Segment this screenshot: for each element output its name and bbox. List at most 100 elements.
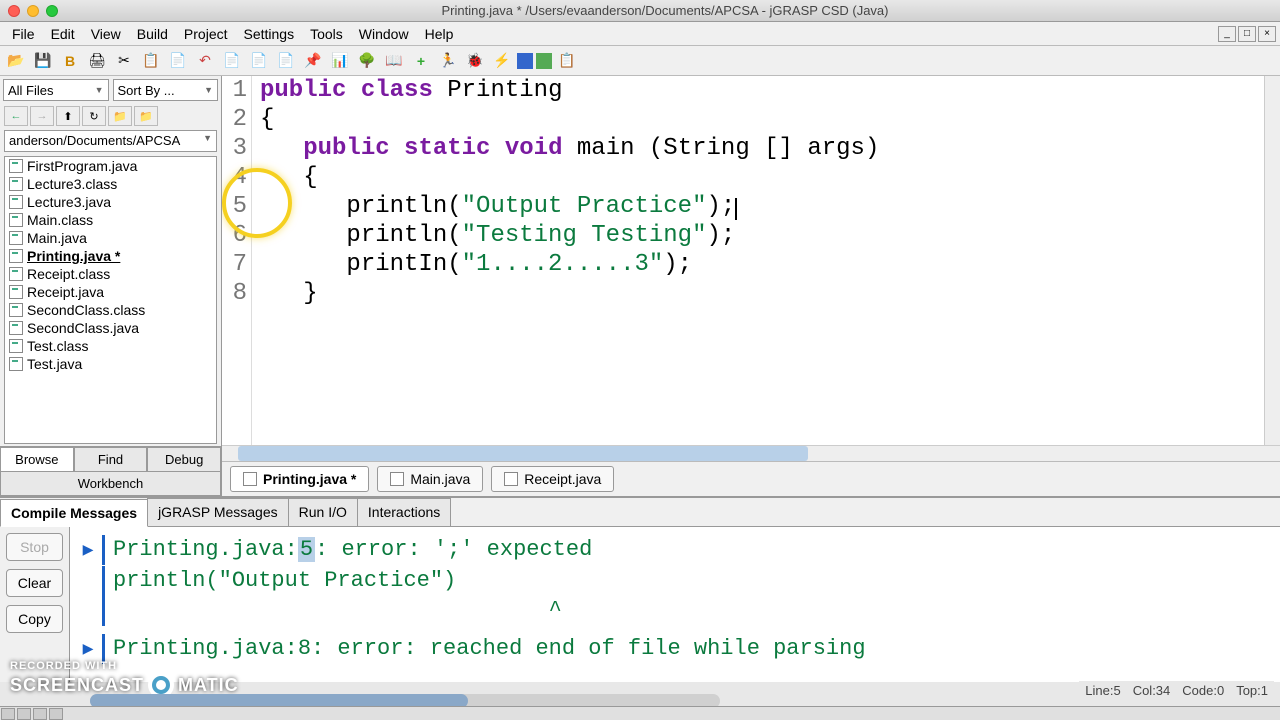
- editor-tab[interactable]: Receipt.java: [491, 466, 614, 492]
- tree-icon[interactable]: 🌳: [355, 49, 379, 73]
- up-icon[interactable]: ⬆: [56, 106, 80, 126]
- open-icon[interactable]: 📂: [4, 49, 28, 73]
- taskbar-item[interactable]: [49, 708, 63, 720]
- close-button[interactable]: ×: [1258, 26, 1276, 42]
- doc2-icon[interactable]: 📄: [247, 49, 271, 73]
- path-combo[interactable]: anderson/Documents/APCSA: [4, 130, 217, 152]
- menubar: File Edit View Build Project Settings To…: [0, 22, 1280, 46]
- file-item[interactable]: Receipt.class: [5, 265, 216, 283]
- tab-interactions[interactable]: Interactions: [357, 498, 451, 526]
- console-output[interactable]: ▶Printing.java:5: error: ';' expected pr…: [70, 527, 1280, 682]
- cut-icon[interactable]: ✂: [112, 49, 136, 73]
- file-icon: [9, 249, 23, 263]
- code-editor[interactable]: 12345678 public class Printing{ public s…: [222, 76, 1280, 445]
- doc3-icon[interactable]: 📄: [274, 49, 298, 73]
- stop-icon[interactable]: ⚡: [490, 49, 514, 73]
- tab-debug[interactable]: Debug: [147, 447, 221, 472]
- status-code: Code:0: [1182, 683, 1224, 698]
- file-item-active[interactable]: Printing.java *: [5, 247, 216, 265]
- menu-view[interactable]: View: [83, 23, 129, 45]
- clear-button[interactable]: Clear: [6, 569, 63, 597]
- tab-find[interactable]: Find: [74, 447, 148, 472]
- forward-icon[interactable]: →: [30, 106, 54, 126]
- compile-icon[interactable]: +: [409, 49, 433, 73]
- menu-settings[interactable]: Settings: [236, 23, 303, 45]
- bold-icon[interactable]: B: [58, 49, 82, 73]
- file-item[interactable]: Lecture3.java: [5, 193, 216, 211]
- file-filter-combo[interactable]: All Files: [3, 79, 109, 101]
- file-item[interactable]: FirstProgram.java: [5, 157, 216, 175]
- debug-icon[interactable]: 🐞: [463, 49, 487, 73]
- refresh-icon[interactable]: ↻: [82, 106, 106, 126]
- window-title: Printing.java * /Users/evaanderson/Docum…: [58, 3, 1272, 18]
- undo-icon[interactable]: ↶: [193, 49, 217, 73]
- save-icon[interactable]: 💾: [31, 49, 55, 73]
- pin-icon[interactable]: 📌: [301, 49, 325, 73]
- maximize-icon[interactable]: [46, 5, 58, 17]
- menu-file[interactable]: File: [4, 23, 43, 45]
- file-icon: [9, 339, 23, 353]
- file-icon: [243, 472, 257, 486]
- min-button[interactable]: _: [1218, 26, 1236, 42]
- taskbar-item[interactable]: [1, 708, 15, 720]
- menu-build[interactable]: Build: [129, 23, 176, 45]
- back-icon[interactable]: ←: [4, 106, 28, 126]
- newfolder-icon[interactable]: 📁: [134, 106, 158, 126]
- file-item[interactable]: Receipt.java: [5, 283, 216, 301]
- book-icon[interactable]: 📖: [382, 49, 406, 73]
- green-square-icon[interactable]: [536, 53, 552, 69]
- menu-help[interactable]: Help: [417, 23, 462, 45]
- file-icon: [390, 472, 404, 486]
- file-item[interactable]: SecondClass.java: [5, 319, 216, 337]
- file-icon: [9, 213, 23, 227]
- clipboard-icon[interactable]: 📋: [555, 49, 579, 73]
- folder-icon[interactable]: 📁: [108, 106, 132, 126]
- editor-tab[interactable]: Printing.java *: [230, 466, 369, 492]
- sort-combo[interactable]: Sort By ...: [113, 79, 219, 101]
- file-list[interactable]: FirstProgram.java Lecture3.class Lecture…: [4, 156, 217, 444]
- blue-square-icon[interactable]: [517, 53, 533, 69]
- file-item[interactable]: Test.java: [5, 355, 216, 373]
- menu-project[interactable]: Project: [176, 23, 236, 45]
- menu-window[interactable]: Window: [351, 23, 417, 45]
- menu-tools[interactable]: Tools: [302, 23, 351, 45]
- file-item[interactable]: Test.class: [5, 337, 216, 355]
- copy-button[interactable]: Copy: [6, 605, 63, 633]
- file-icon: [504, 472, 518, 486]
- status-line: Line:5: [1085, 683, 1120, 698]
- file-icon: [9, 285, 23, 299]
- chart-icon[interactable]: 📊: [328, 49, 352, 73]
- tab-workbench[interactable]: Workbench: [0, 471, 221, 496]
- tab-run-io[interactable]: Run I/O: [288, 498, 358, 526]
- scrollbar-v[interactable]: [1264, 76, 1280, 445]
- file-item[interactable]: Main.java: [5, 229, 216, 247]
- tab-compile-messages[interactable]: Compile Messages: [0, 499, 148, 527]
- file-icon: [9, 195, 23, 209]
- paste-icon[interactable]: 📄: [166, 49, 190, 73]
- copy-icon[interactable]: 📋: [139, 49, 163, 73]
- max-button[interactable]: □: [1238, 26, 1256, 42]
- tab-jgrasp-messages[interactable]: jGRASP Messages: [147, 498, 289, 526]
- minimize-icon[interactable]: [27, 5, 39, 17]
- file-icon: [9, 159, 23, 173]
- tab-browse[interactable]: Browse: [0, 447, 74, 472]
- file-item[interactable]: SecondClass.class: [5, 301, 216, 319]
- editor-tab[interactable]: Main.java: [377, 466, 483, 492]
- taskbar-item[interactable]: [17, 708, 31, 720]
- file-item[interactable]: Main.class: [5, 211, 216, 229]
- scrollbar-h[interactable]: [222, 445, 1280, 461]
- play-icon[interactable]: ▶: [74, 536, 102, 566]
- stop-button[interactable]: Stop: [6, 533, 63, 561]
- print-icon[interactable]: 🖨: [85, 49, 109, 73]
- file-item[interactable]: Lecture3.class: [5, 175, 216, 193]
- menu-edit[interactable]: Edit: [43, 23, 83, 45]
- code-content[interactable]: public class Printing{ public static voi…: [252, 76, 1264, 445]
- file-icon: [9, 177, 23, 191]
- doc1-icon[interactable]: 📄: [220, 49, 244, 73]
- taskbar-item[interactable]: [33, 708, 47, 720]
- file-icon: [9, 267, 23, 281]
- file-icon: [9, 321, 23, 335]
- run-icon[interactable]: 🏃: [436, 49, 460, 73]
- close-icon[interactable]: [8, 5, 20, 17]
- editor-wrap: 12345678 public class Printing{ public s…: [222, 76, 1280, 496]
